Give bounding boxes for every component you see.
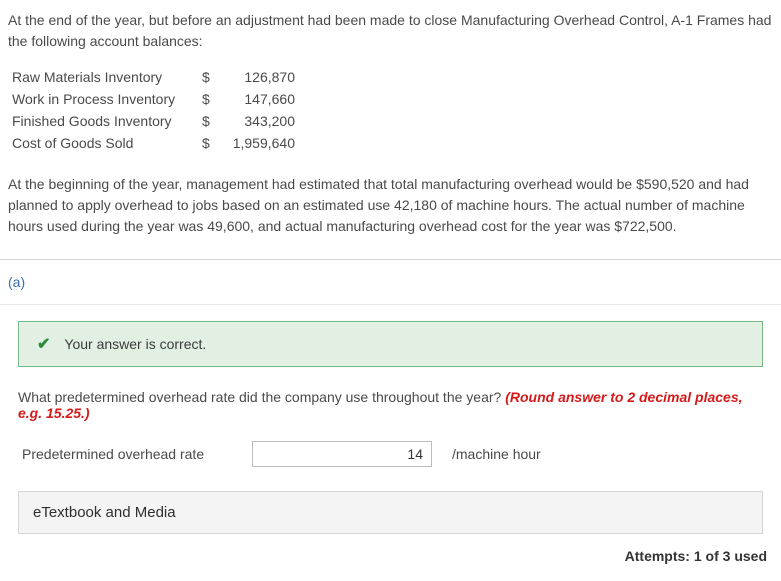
balance-label: Raw Materials Inventory: [12, 66, 202, 88]
section-label: (a): [0, 260, 781, 305]
check-icon: ✔: [37, 334, 50, 354]
question-body: What predetermined overhead rate did the…: [18, 389, 505, 405]
balance-amount: 147,660: [220, 88, 295, 110]
rate-row: Predetermined overhead rate /machine hou…: [18, 441, 763, 467]
attempts-text: Attempts: 1 of 3 used: [8, 538, 773, 564]
table-row: Raw Materials Inventory $ 126,870: [12, 66, 295, 88]
currency-symbol: $: [202, 110, 220, 132]
currency-symbol: $: [202, 88, 220, 110]
table-row: Work in Process Inventory $ 147,660: [12, 88, 295, 110]
balance-amount: 1,959,640: [220, 132, 295, 154]
correct-message: Your answer is correct.: [64, 336, 206, 352]
currency-symbol: $: [202, 132, 220, 154]
question-text: What predetermined overhead rate did the…: [18, 389, 763, 421]
intro-text: At the end of the year, but before an ad…: [8, 10, 773, 52]
rate-unit: /machine hour: [452, 446, 541, 462]
table-row: Cost of Goods Sold $ 1,959,640: [12, 132, 295, 154]
etextbook-button[interactable]: eTextbook and Media: [18, 491, 763, 534]
balance-label: Cost of Goods Sold: [12, 132, 202, 154]
currency-symbol: $: [202, 66, 220, 88]
rate-label: Predetermined overhead rate: [22, 446, 232, 462]
balance-amount: 343,200: [220, 110, 295, 132]
balance-amount: 126,870: [220, 66, 295, 88]
narrative-text: At the beginning of the year, management…: [8, 174, 773, 237]
account-balances-table: Raw Materials Inventory $ 126,870 Work i…: [12, 66, 295, 154]
rate-input[interactable]: [252, 441, 432, 467]
correct-banner: ✔ Your answer is correct.: [18, 321, 763, 367]
balance-label: Work in Process Inventory: [12, 88, 202, 110]
balance-label: Finished Goods Inventory: [12, 110, 202, 132]
table-row: Finished Goods Inventory $ 343,200: [12, 110, 295, 132]
